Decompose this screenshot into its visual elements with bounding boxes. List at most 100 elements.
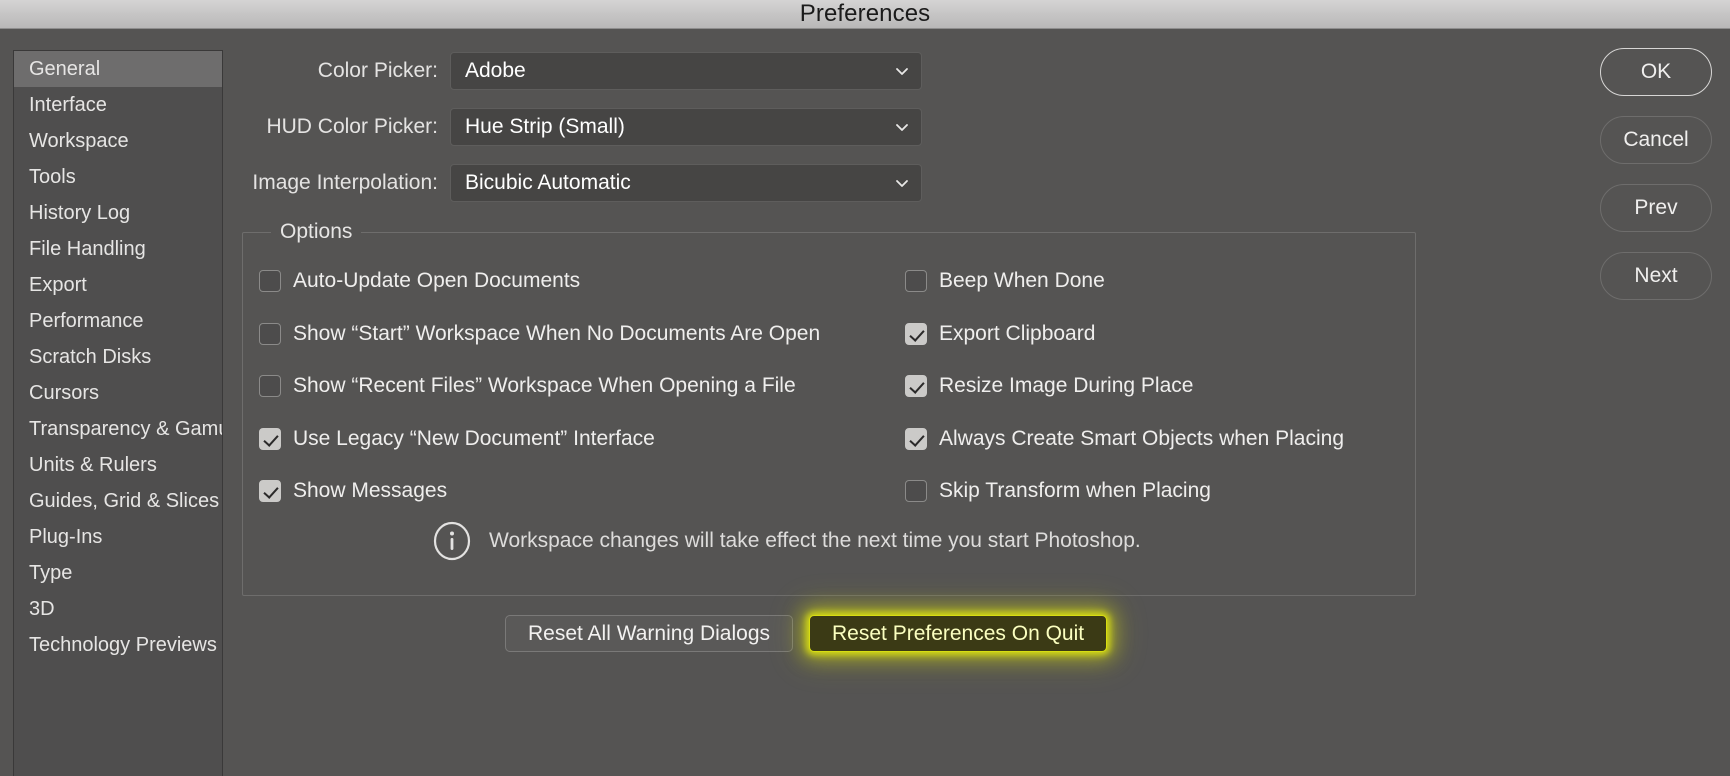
button-label: OK bbox=[1640, 60, 1672, 83]
dialog-action-buttons: OK Cancel Prev Next bbox=[1600, 48, 1712, 300]
field-row: Image Interpolation: Bicubic Automatic bbox=[240, 164, 922, 202]
preferences-dialog: Preferences General Interface Workspace Too… bbox=[0, 0, 1730, 776]
checkbox-label: Auto-Update Open Documents bbox=[293, 269, 581, 292]
button-cancel[interactable]: Cancel bbox=[1600, 116, 1712, 164]
sidebar-item-file-handling[interactable]: File Handling bbox=[14, 231, 222, 267]
checkbox-row[interactable]: Always Create Smart Objects when Placing bbox=[905, 426, 1344, 452]
dropdown-hud-color-picker[interactable]: Hue Strip (Small) bbox=[450, 108, 922, 146]
checkbox-row[interactable]: Show “Start” Workspace When No Documents… bbox=[259, 321, 820, 347]
sidebar-item-plug-ins[interactable]: Plug-Ins bbox=[14, 519, 222, 555]
field-label: HUD Color Picker: bbox=[266, 115, 438, 138]
sidebar-item-cursors[interactable]: Cursors bbox=[14, 375, 222, 411]
dropdown-value: Adobe bbox=[465, 59, 526, 82]
dropdown-value: Bicubic Automatic bbox=[465, 171, 631, 194]
checkbox-auto-update-open-documents[interactable] bbox=[259, 270, 281, 292]
chevron-down-icon bbox=[895, 64, 909, 78]
field-label: Image Interpolation: bbox=[252, 171, 438, 194]
field-row: HUD Color Picker: Hue Strip (Small) bbox=[240, 108, 922, 146]
button-label: Next bbox=[1634, 264, 1678, 287]
sidebar-item-interface[interactable]: Interface bbox=[14, 87, 222, 123]
button-ok[interactable]: OK bbox=[1600, 48, 1712, 96]
sidebar-item-label: Tools bbox=[29, 165, 76, 188]
sidebar-item-label: Type bbox=[29, 561, 73, 584]
field-label: Color Picker: bbox=[317, 59, 438, 82]
checkbox-show-start-workspace-when-no-documents-are-open[interactable] bbox=[259, 323, 281, 345]
checkbox-skip-transform-when-placing[interactable] bbox=[905, 480, 927, 502]
sidebar-item-export[interactable]: Export bbox=[14, 267, 222, 303]
sidebar-item-label: 3D bbox=[29, 597, 55, 620]
sidebar-item-scratch-disks[interactable]: Scratch Disks bbox=[14, 339, 222, 375]
button-label: Reset Preferences On Quit bbox=[832, 621, 1085, 645]
sidebar-item-label: Guides, Grid & Slices bbox=[29, 489, 220, 512]
sidebar-item-label: Interface bbox=[29, 93, 107, 116]
checkbox-row[interactable]: Auto-Update Open Documents bbox=[259, 268, 580, 294]
sidebar-item-label: General bbox=[29, 57, 101, 80]
checkbox-row[interactable]: Export Clipboard bbox=[905, 321, 1095, 347]
sidebar-item-general[interactable]: General bbox=[14, 51, 222, 87]
sidebar-item-type[interactable]: Type bbox=[14, 555, 222, 591]
sidebar-item-workspace[interactable]: Workspace bbox=[14, 123, 222, 159]
checkbox-resize-image-during-place[interactable] bbox=[905, 375, 927, 397]
button-next[interactable]: Next bbox=[1600, 252, 1712, 300]
checkbox-row[interactable]: Show Messages bbox=[259, 478, 447, 504]
sidebar-item-performance[interactable]: Performance bbox=[14, 303, 222, 339]
checkbox-label: Export Clipboard bbox=[939, 322, 1096, 345]
sidebar-item-label: Workspace bbox=[29, 129, 129, 152]
info-message-text: Workspace changes will take effect the n… bbox=[489, 529, 1141, 552]
button-reset-preferences-on-quit[interactable]: Reset Preferences On Quit bbox=[809, 615, 1108, 652]
dropdown-color-picker[interactable]: Adobe bbox=[450, 52, 922, 90]
sidebar-item-units-rulers[interactable]: Units & Rulers bbox=[14, 447, 222, 483]
checkbox-label: Resize Image During Place bbox=[939, 374, 1194, 397]
sidebar-item-label: Cursors bbox=[29, 381, 100, 404]
checkbox-show-recent-files-workspace-when-opening-a-file[interactable] bbox=[259, 375, 281, 397]
sidebar-item-transparency-gamut[interactable]: Transparency & Gamut bbox=[14, 411, 222, 447]
checkbox-beep-when-done[interactable] bbox=[905, 270, 927, 292]
sidebar-item-guides-grid-slices[interactable]: Guides, Grid & Slices bbox=[14, 483, 222, 519]
button-label: Cancel bbox=[1623, 128, 1689, 151]
dropdown-value: Hue Strip (Small) bbox=[465, 115, 625, 138]
checkbox-row[interactable]: Resize Image During Place bbox=[905, 373, 1193, 399]
checkbox-always-create-smart-objects-when-placing[interactable] bbox=[905, 428, 927, 450]
button-reset-all-warning-dialogs[interactable]: Reset All Warning Dialogs bbox=[505, 615, 793, 652]
sidebar-item-label: Plug-Ins bbox=[29, 525, 103, 548]
sidebar-item-history-log[interactable]: History Log bbox=[14, 195, 222, 231]
preferences-category-list[interactable]: General Interface Workspace Tools History Lo… bbox=[13, 50, 223, 776]
checkbox-row[interactable]: Use Legacy “New Document” Interface bbox=[259, 426, 655, 452]
options-group-legend: Options bbox=[271, 220, 362, 244]
sidebar-item-label: Transparency & Gamut bbox=[29, 417, 223, 440]
sidebar-item-3d[interactable]: 3D bbox=[14, 591, 222, 627]
checkbox-label: Show “Start” Workspace When No Documents… bbox=[293, 322, 821, 345]
sidebar-item-label: Performance bbox=[29, 309, 144, 332]
checkbox-export-clipboard[interactable] bbox=[905, 323, 927, 345]
sidebar-item-label: Scratch Disks bbox=[29, 345, 152, 368]
checkbox-label: Use Legacy “New Document” Interface bbox=[293, 427, 655, 450]
checkbox-label: Show Messages bbox=[293, 479, 448, 502]
sidebar-item-label: History Log bbox=[29, 201, 131, 224]
chevron-down-icon bbox=[895, 176, 909, 190]
sidebar-item-label: File Handling bbox=[29, 237, 146, 260]
sidebar-item-label: Technology Previews bbox=[29, 633, 217, 656]
sidebar-item-label: Export bbox=[29, 273, 87, 296]
dropdown-image-interpolation[interactable]: Bicubic Automatic bbox=[450, 164, 922, 202]
title-bar: Preferences bbox=[0, 0, 1730, 29]
checkbox-row[interactable]: Skip Transform when Placing bbox=[905, 478, 1211, 504]
info-message: Workspace changes will take effect the n… bbox=[432, 521, 1141, 561]
sidebar-item-tools[interactable]: Tools bbox=[14, 159, 222, 195]
chevron-down-icon bbox=[895, 120, 909, 134]
button-prev[interactable]: Prev bbox=[1600, 184, 1712, 232]
reset-button-bar: Reset All Warning Dialogs Reset Preferenc… bbox=[505, 615, 1108, 652]
page-title: Preferences bbox=[799, 0, 931, 27]
checkbox-label: Show “Recent Files” Workspace When Openi… bbox=[293, 374, 796, 397]
info-circle-icon bbox=[432, 521, 472, 561]
button-label: Reset All Warning Dialogs bbox=[528, 621, 770, 645]
checkbox-row[interactable]: Show “Recent Files” Workspace When Openi… bbox=[259, 373, 796, 399]
checkbox-label: Always Create Smart Objects when Placing bbox=[939, 427, 1344, 450]
field-row: Color Picker: Adobe bbox=[240, 52, 922, 90]
checkbox-use-legacy-new-document-interface[interactable] bbox=[259, 428, 281, 450]
sidebar-item-technology-previews[interactable]: Technology Previews bbox=[14, 627, 222, 663]
checkbox-label: Beep When Done bbox=[939, 269, 1105, 292]
sidebar-item-label: Units & Rulers bbox=[29, 453, 157, 476]
checkbox-show-messages[interactable] bbox=[259, 480, 281, 502]
checkbox-row[interactable]: Beep When Done bbox=[905, 268, 1105, 294]
checkbox-label: Skip Transform when Placing bbox=[939, 479, 1211, 502]
